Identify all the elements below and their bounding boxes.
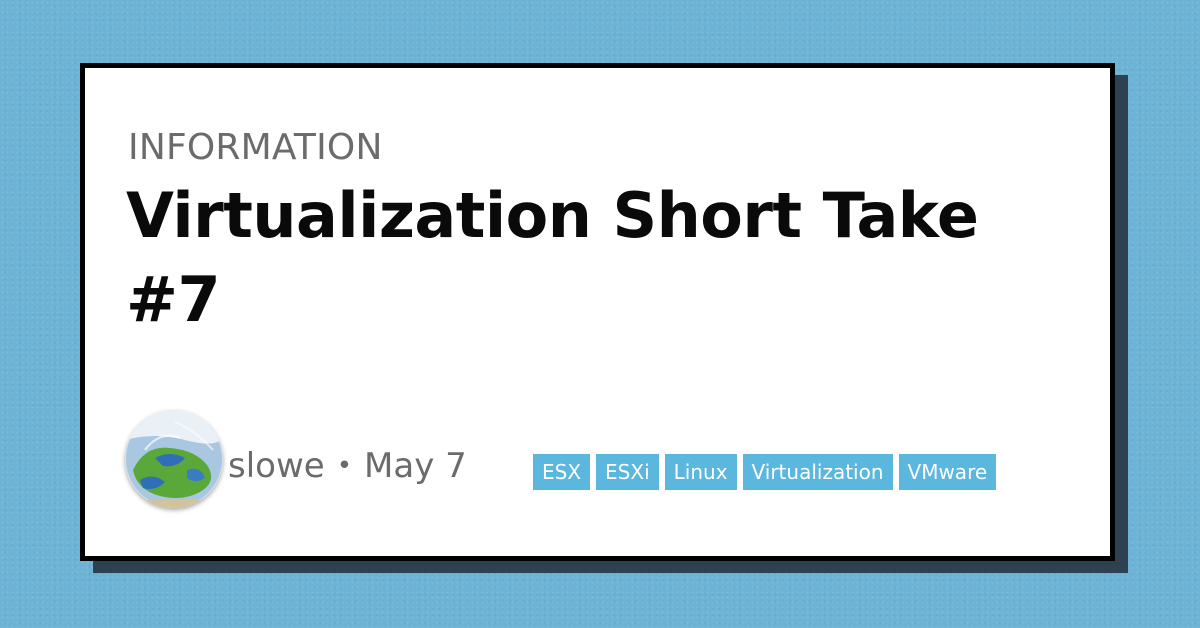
globe-sketch-avatar-icon xyxy=(125,410,223,508)
byline-separator: • xyxy=(336,451,353,481)
tag-list: ESX ESXi Linux Virtualization VMware xyxy=(533,454,997,490)
tag-linux[interactable]: Linux xyxy=(664,454,737,490)
tag-virtualization[interactable]: Virtualization xyxy=(742,454,893,490)
byline: slowe • May 7 xyxy=(228,446,467,486)
author-avatar xyxy=(125,410,223,508)
category-label: INFORMATION xyxy=(128,127,383,168)
preview-card[interactable]: INFORMATION Virtualization Short Take #7… xyxy=(80,63,1115,561)
post-date: May 7 xyxy=(364,446,467,486)
post-title[interactable]: Virtualization Short Take #7 xyxy=(126,174,1066,342)
author-name[interactable]: slowe xyxy=(228,446,325,486)
tag-vmware[interactable]: VMware xyxy=(898,454,997,490)
tag-esxi[interactable]: ESXi xyxy=(596,454,659,490)
tag-esx[interactable]: ESX xyxy=(533,454,591,490)
